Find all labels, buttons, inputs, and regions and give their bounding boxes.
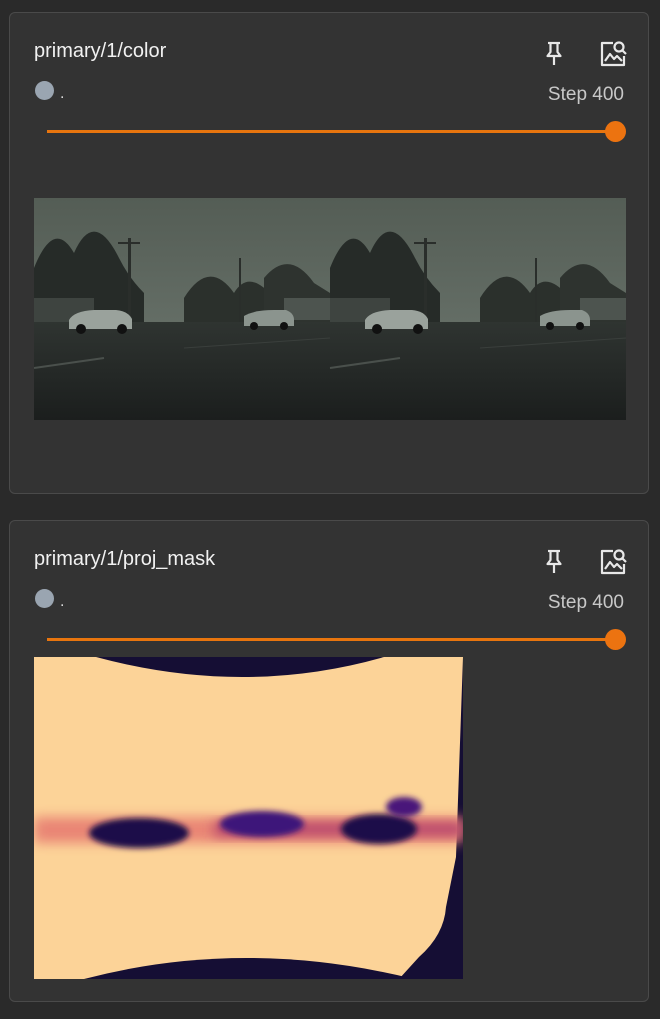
step-slider[interactable] — [47, 628, 626, 652]
slider-thumb[interactable] — [605, 121, 626, 142]
pin-icon[interactable] — [538, 37, 570, 69]
image-preview[interactable] — [34, 198, 626, 420]
card-title: primary/1/proj_mask — [34, 548, 216, 570]
image-card-proj-mask: primary/1/proj_mask . Step 400 — [9, 520, 649, 1002]
slider-thumb[interactable] — [605, 629, 626, 650]
step-label: Step 400 — [547, 592, 624, 613]
run-name: . — [60, 593, 65, 610]
image-search-icon[interactable] — [596, 545, 628, 577]
image-preview[interactable] — [34, 657, 463, 979]
image-card-color: primary/1/color . Step 400 — [9, 12, 649, 494]
pin-icon[interactable] — [538, 545, 570, 577]
run-color-indicator — [35, 589, 54, 608]
image-search-icon[interactable] — [596, 37, 628, 69]
card-title: primary/1/color — [34, 40, 167, 62]
slider-track[interactable] — [47, 130, 615, 133]
step-slider[interactable] — [47, 120, 626, 144]
step-label: Step 400 — [547, 84, 624, 105]
run-name: . — [60, 85, 65, 102]
slider-track[interactable] — [47, 638, 615, 641]
run-color-indicator — [35, 81, 54, 100]
